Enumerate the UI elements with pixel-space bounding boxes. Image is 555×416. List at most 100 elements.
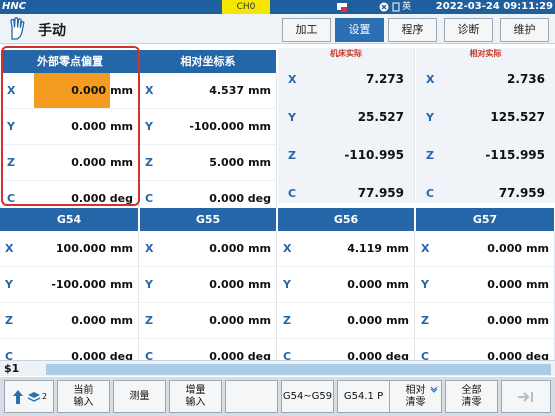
datetime: 2022-03-24 09:11:29	[435, 1, 553, 12]
axis-label: Z	[426, 148, 434, 162]
command-input[interactable]	[46, 364, 551, 375]
axis-label: C	[145, 192, 154, 205]
relative-actual-row-y: Y 125.527	[416, 98, 555, 136]
softkey-relative-clear[interactable]: 相对 清零	[389, 380, 442, 413]
axis-label: Z	[145, 314, 153, 327]
axis-label: Z	[7, 156, 15, 169]
tab-diagnosis[interactable]: 诊断	[444, 18, 493, 42]
axis-label: Y	[421, 278, 429, 291]
relative-actual-title: 相对实际	[469, 49, 502, 58]
relative-actual-value: 2.736	[507, 72, 545, 86]
softkey-page-up[interactable]: 2	[4, 380, 54, 413]
relative-coord-panel: 相对坐标系 X 4.537 mm Y -100.000 mm Z 5.000 m…	[140, 50, 277, 217]
logo: HNC	[2, 1, 27, 12]
g56-row-z[interactable]: Z 0.000 mm	[278, 303, 415, 339]
unit: mm	[248, 84, 271, 97]
machine-value: 77.959	[357, 186, 404, 200]
axis-label: Y	[288, 110, 296, 124]
unit: mm	[248, 156, 271, 169]
g57-row-z[interactable]: Z 0.000 mm	[416, 303, 555, 339]
relative-row-y[interactable]: Y -100.000 mm	[140, 109, 277, 145]
axis-label: C	[426, 186, 435, 200]
softkey-next-page[interactable]	[501, 380, 551, 413]
tab-program[interactable]: 程序	[388, 18, 437, 42]
language-indicator[interactable]: 英	[402, 0, 411, 14]
unit: mm	[386, 314, 409, 327]
close-icon[interactable]	[378, 2, 390, 12]
axis-label: Y	[7, 120, 15, 133]
softkey-g54-1p[interactable]: G54.1 P	[337, 380, 390, 413]
g57-panel: G57 X 0.000 mm Y 0.000 mm Z 0.000 mm C 0.000 deg	[416, 208, 555, 375]
relative-actual-row-c: C 77.959	[416, 174, 555, 212]
unit: mm	[248, 120, 271, 133]
machine-actual-row-c: C 77.959	[278, 174, 414, 212]
channel-prompt: $1	[4, 362, 20, 375]
machine-value: 25.527	[357, 110, 404, 124]
g54-row-x[interactable]: X 100.000 mm	[0, 231, 139, 267]
g55-title[interactable]: G55	[140, 208, 277, 231]
axis-label: Z	[283, 314, 291, 327]
relative-actual-value: 125.527	[490, 110, 545, 124]
g56-row-y[interactable]: Y 0.000 mm	[278, 267, 415, 303]
external-offset-row-y[interactable]: Y 0.000 mm	[2, 109, 139, 145]
external-offset-row-z[interactable]: Z 0.000 mm	[2, 145, 139, 181]
g56-panel: G56 X 4.119 mm Y 0.000 mm Z 0.000 mm C 0.000 deg	[278, 208, 415, 375]
unit: mm	[248, 314, 271, 327]
up-arrow-icon	[12, 389, 23, 404]
softkey-current-input[interactable]: 当前 输入	[57, 380, 110, 413]
g55-row-y[interactable]: Y 0.000 mm	[140, 267, 277, 303]
g55-row-z[interactable]: Z 0.000 mm	[140, 303, 277, 339]
axis-label: Z	[421, 314, 429, 327]
g57-row-y[interactable]: Y 0.000 mm	[416, 267, 555, 303]
unit: mm	[386, 278, 409, 291]
relative-row-x[interactable]: X 4.537 mm	[140, 73, 277, 109]
g54-title[interactable]: G54	[0, 208, 139, 231]
g57-title[interactable]: G57	[416, 208, 555, 231]
unit: deg	[109, 192, 133, 205]
g56-title[interactable]: G56	[278, 208, 415, 231]
unit: deg	[247, 192, 271, 205]
axis-label: X	[288, 72, 297, 86]
tab-maintenance[interactable]: 维护	[500, 18, 549, 42]
network-icon	[337, 3, 347, 12]
relative-actual-row-z: Z -115.995	[416, 136, 555, 174]
offset-value[interactable]: 0.000	[18, 84, 138, 97]
axis-label: Y	[283, 278, 291, 291]
g54-row-y[interactable]: Y -100.000 mm	[0, 267, 139, 303]
g57-row-x[interactable]: X 0.000 mm	[416, 231, 555, 267]
g55-row-x[interactable]: X 0.000 mm	[140, 231, 277, 267]
machine-actual-panel: 机床实际 X 7.273 Y 25.527 Z -110.995 C 77.95…	[278, 48, 415, 203]
relative-coord-title: 相对坐标系	[140, 50, 277, 73]
page-number: 2	[41, 391, 48, 401]
relative-row-z[interactable]: Z 5.000 mm	[140, 145, 277, 181]
softkey-bar: 2 当前 输入 测量 增量 输入 G54~G59 G54.1 P 相对 清零 全部 清零	[0, 377, 555, 416]
unit: mm	[110, 120, 133, 133]
external-offset-title: 外部零点偏置	[2, 50, 139, 73]
machine-value: -110.995	[344, 148, 404, 162]
g54-row-z[interactable]: Z 0.000 mm	[0, 303, 139, 339]
axis-label: C	[288, 186, 297, 200]
g55-panel: G55 X 0.000 mm Y 0.000 mm Z 0.000 mm C 0.000 deg	[140, 208, 277, 375]
softkey-all-clear[interactable]: 全部 清零	[445, 380, 498, 413]
machine-actual-row-z: Z -110.995	[278, 136, 414, 174]
axis-label: Y	[5, 278, 13, 291]
unit: mm	[386, 242, 409, 255]
tab-settings[interactable]: 设置	[335, 18, 384, 42]
axis-label: Y	[145, 278, 153, 291]
softkey-empty-1[interactable]	[225, 380, 278, 413]
axis-label: Z	[145, 156, 153, 169]
softkey-incremental-input[interactable]: 增量 输入	[169, 380, 222, 413]
tab-machining[interactable]: 加工	[282, 18, 331, 42]
channel-indicator[interactable]: CH0	[222, 0, 270, 14]
softkey-g54-g59[interactable]: G54~G59	[281, 380, 334, 413]
unit: mm	[526, 242, 549, 255]
external-offset-row-x[interactable]: X 0.000 mm	[2, 73, 139, 109]
g56-row-x[interactable]: X 4.119 mm	[278, 231, 415, 267]
axis-label: Y	[145, 120, 153, 133]
axis-label: X	[145, 242, 154, 255]
softkey-measure[interactable]: 测量	[113, 380, 166, 413]
axis-label: X	[7, 84, 16, 97]
axis-label: C	[7, 192, 16, 205]
g54-panel: G54 X 100.000 mm Y -100.000 mm Z 0.000 mm C 0.0…	[0, 208, 139, 375]
next-page-icon	[518, 391, 533, 402]
